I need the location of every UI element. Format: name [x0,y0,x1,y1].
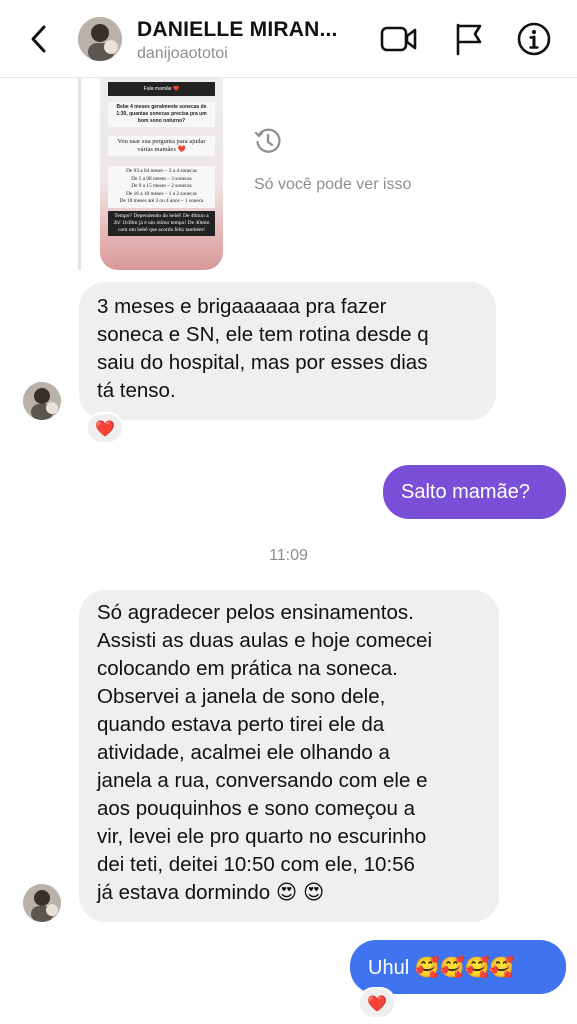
message-text: Uhul 🥰🥰🥰🥰 [368,956,515,979]
message-line: Assisti as duas aulas e hoje comecei [97,629,433,652]
story-answer: Tempo? Dependendo do bebê! De 40min a 2h… [108,211,215,236]
video-camera-icon [380,26,417,52]
outgoing-message[interactable]: Uhul 🥰🥰🥰🥰 [350,940,566,994]
story-intro: Vou usar sua pergunta para ajudar várias… [108,136,215,156]
report-button[interactable] [450,20,488,58]
message-line: atividade, acalmei ele olhando a [97,741,390,764]
heart-icon: ❤️ [367,993,387,1013]
message-line: quando estava perto tirei ele da [97,713,385,736]
message-line: saiu do hospital, mas por esses dias [97,351,428,374]
story-question: Bebe 4 meses geralmente sonecas de 1:30,… [108,102,215,127]
incoming-message[interactable]: Só agradecer pelos ensinamentos. Assisti… [79,590,499,922]
message-line: aos pouquinhos e sono começou a [97,797,415,820]
story-title: Fala mamãe ❤️ [108,82,215,96]
info-button[interactable] [515,20,553,58]
contact-username: danijoaototoi [137,45,228,62]
info-icon [517,22,551,56]
message-text: Salto mamãe? [401,480,530,503]
incoming-message[interactable]: 3 meses e brigaaaaaa pra fazer soneca e … [79,282,496,420]
message-line: vir, levei ele pro quarto no escurinho [97,825,427,848]
schedule-line: De 16 a 18 meses – 1 a 2 sonecas [126,190,197,197]
message-line: 3 meses e brigaaaaaa pra fazer [97,295,387,318]
story-reply-rule [78,78,81,270]
chat-header: DANIELLE MIRAN... danijoaototoi [0,0,577,78]
history-clock-icon [254,128,281,153]
timestamp: 11:09 [269,547,308,564]
avatar-photo [78,17,122,61]
flag-icon [456,23,482,56]
back-button[interactable] [22,22,56,56]
avatar-photo [23,382,61,420]
message-line: Observei a janela de sono dele, [97,685,386,708]
message-line: dei teti, deitei 10:50 com ele, 10:56 [97,853,415,876]
message-line: tá tenso. [97,379,176,402]
schedule-line: De 18 meses até 3 ou 4 anos – 1 soneca [119,198,204,204]
heart-reaction[interactable]: ❤️ [86,412,124,444]
contact-name[interactable]: DANIELLE MIRAN... [137,18,338,42]
avatar-photo [23,884,61,922]
only-you-can-see-label: Só você pode ver isso [254,176,412,193]
sender-avatar[interactable] [23,884,61,922]
contact-avatar[interactable] [78,17,122,61]
story-thumbnail[interactable]: Fala mamãe ❤️ Bebe 4 meses geralmente so… [100,78,223,270]
outgoing-message[interactable]: Salto mamãe? [383,465,566,519]
schedule-line: De 03 a 04 meses – 3 a 4 sonecas [126,168,197,174]
message-line: janela a rua, conversando com ele e [97,769,428,792]
message-line: já estava dormindo 😍 😍 [97,881,325,904]
message-line: colocando em prática na soneca. [97,657,398,680]
heart-icon: ❤️ [95,418,115,438]
schedule-line: De 9 a 15 meses – 2 sonecas [131,183,192,189]
story-schedule: De 03 a 04 meses – 3 a 4 sonecas De 5 a … [108,166,215,208]
message-line: soneca e SN, ele tem rotina desde q [97,323,429,346]
sender-avatar[interactable] [23,382,61,420]
video-call-button[interactable] [380,20,418,58]
back-chevron-icon [31,25,46,53]
message-line: Só agradecer pelos ensinamentos. [97,601,414,624]
heart-reaction[interactable]: ❤️ [358,987,396,1019]
schedule-line: De 5 a 08 meses – 3 sonecas [131,175,192,182]
